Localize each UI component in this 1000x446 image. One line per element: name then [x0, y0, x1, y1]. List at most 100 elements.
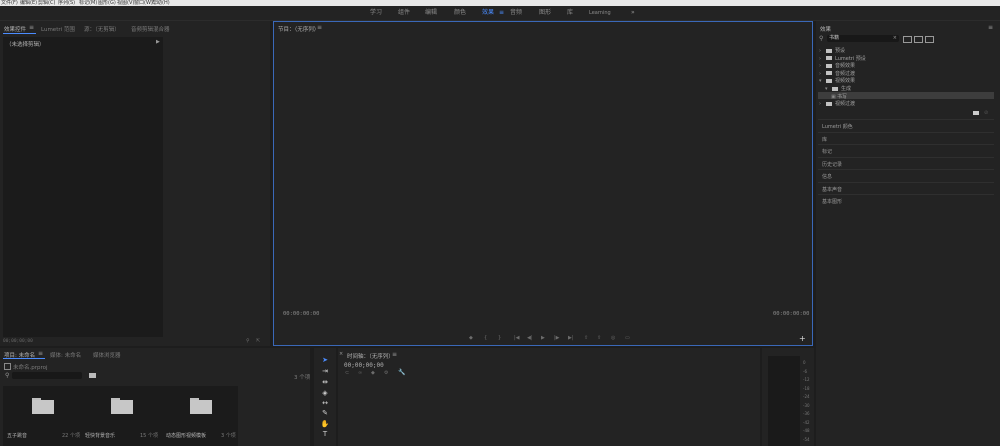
wrench-icon[interactable]: 🔧: [398, 369, 405, 376]
add-button-icon[interactable]: +: [799, 334, 806, 343]
razor-tool-icon[interactable]: ◈: [320, 389, 330, 397]
add-marker-timeline-icon[interactable]: ◆: [371, 370, 375, 376]
effects-panel-title: 效果: [820, 27, 832, 33]
timeline-settings-icon[interactable]: ⚙: [384, 370, 388, 376]
tab-media[interactable]: 媒体: 未命名: [50, 351, 81, 359]
folder-icon: [826, 63, 832, 68]
workspace-tab[interactable]: 颜色: [454, 9, 466, 17]
slip-tool-icon[interactable]: ↔: [320, 399, 330, 407]
workspace-tab[interactable]: Learning: [589, 9, 611, 17]
tree-item-label: 音频过渡: [835, 70, 856, 77]
filter-icon[interactable]: ⚲: [246, 338, 250, 344]
mark-out-icon[interactable]: }: [498, 335, 501, 341]
yuv-effects-icon[interactable]: [925, 36, 934, 43]
effects-tree-item[interactable]: ▾ 视频效果: [819, 77, 855, 84]
export-icon[interactable]: ⇱: [256, 338, 260, 344]
workspace-tab[interactable]: 组件: [398, 9, 410, 17]
step-forward-icon[interactable]: |▶: [554, 335, 560, 341]
new-bin-icon[interactable]: [973, 111, 979, 115]
project-file-icon: [4, 363, 11, 370]
bin-folder-icon[interactable]: [89, 373, 96, 378]
go-to-in-icon[interactable]: |◀: [514, 335, 520, 341]
selection-tool-icon[interactable]: ➤: [320, 356, 330, 364]
meter-tick-label: -6: [803, 368, 807, 374]
mark-in-icon[interactable]: {: [484, 335, 487, 341]
workspace-tab[interactable]: 编辑: [425, 9, 437, 17]
effects-tree-item[interactable]: › 音频效果: [819, 62, 855, 69]
timeline-menu-icon[interactable]: ≡: [392, 351, 397, 358]
timeline-title: 时间轴：（无序列）: [347, 354, 394, 360]
effects-tree-item[interactable]: › 视频过渡: [819, 100, 855, 107]
effects-search-input[interactable]: 书籍 ×: [827, 35, 899, 42]
type-tool-icon[interactable]: T: [320, 430, 330, 438]
panel-section[interactable]: 基本图形: [818, 194, 994, 207]
workspace-menu-icon[interactable]: ≡: [499, 9, 504, 16]
panel-section[interactable]: 库: [818, 131, 994, 145]
folder-icon: [826, 78, 832, 83]
tab-audio-clip-mixer[interactable]: 音频剪辑混合器: [131, 25, 170, 33]
disclosure-arrow-icon: ›: [819, 63, 821, 70]
tab-media-browser[interactable]: 媒体浏览器: [93, 351, 121, 359]
pen-tool-icon[interactable]: ✎: [320, 409, 330, 417]
clear-search-icon[interactable]: ×: [893, 35, 897, 42]
expand-icon[interactable]: ▶: [156, 39, 160, 45]
program-timecode-left: 00:00:00:00: [283, 311, 320, 317]
bin-folder-icon[interactable]: [111, 398, 133, 414]
panel-section[interactable]: 标记: [818, 144, 994, 157]
project-search-input[interactable]: [12, 372, 82, 379]
meter-tick-label: -30: [803, 402, 810, 408]
workspace-tab[interactable]: 图形: [539, 9, 551, 17]
timeline-close-icon[interactable]: ×: [339, 351, 343, 357]
ripple-edit-tool-icon[interactable]: ⇹: [320, 378, 330, 386]
program-monitor-title: 节目：（无序列）: [278, 27, 320, 33]
tab-lumetri-scopes[interactable]: Lumetri 范围: [41, 25, 75, 33]
workspace-tab[interactable]: 库: [567, 9, 573, 17]
tab-effect-controls[interactable]: 效果控件: [4, 25, 26, 33]
workspace-tab[interactable]: 效果: [482, 9, 494, 17]
delete-icon[interactable]: ⊘: [984, 110, 988, 116]
effects-tree-item[interactable]: ▣书写: [831, 93, 847, 100]
export-frame-icon[interactable]: ◎: [611, 335, 615, 341]
effects-menu-icon[interactable]: ≡: [988, 24, 993, 31]
comparison-view-icon[interactable]: ▭: [625, 335, 630, 341]
meter-tick-label: -36: [803, 411, 810, 416]
add-marker-icon[interactable]: ◆: [469, 335, 473, 341]
folder-icon: [826, 101, 832, 106]
effects-tree-item[interactable]: › 音频过渡: [819, 70, 855, 77]
32bit-effects-icon[interactable]: [914, 36, 923, 43]
linked-selection-icon[interactable]: ∞: [358, 370, 362, 376]
bin-folder-icon[interactable]: [32, 398, 54, 414]
timeline-timecode: 00;00;00;00: [344, 362, 384, 369]
snap-icon[interactable]: ⊂: [345, 370, 349, 376]
play-icon[interactable]: ▶: [541, 335, 545, 341]
panel-section[interactable]: Lumetri 颜色: [818, 119, 994, 132]
program-menu-icon[interactable]: ≡: [317, 24, 322, 31]
accelerated-effects-icon[interactable]: [903, 36, 912, 43]
step-back-icon[interactable]: ◀|: [527, 335, 533, 341]
disclosure-arrow-icon: ›: [819, 70, 821, 77]
lift-icon[interactable]: ⇧: [584, 335, 588, 341]
panel-section[interactable]: 信息: [818, 169, 994, 182]
go-to-out-icon[interactable]: ▶|: [568, 335, 574, 341]
workspace-tab[interactable]: 音频: [510, 9, 522, 17]
track-select-tool-icon[interactable]: ⇥: [320, 367, 330, 375]
workspace-tab[interactable]: 学习: [370, 9, 382, 17]
project-menu-icon[interactable]: ≡: [38, 350, 43, 357]
tab-source[interactable]: 源：（无剪辑）: [84, 25, 120, 33]
folder-icon: [826, 71, 832, 76]
hand-tool-icon[interactable]: ✋: [320, 420, 330, 428]
meter-tick-label: -12: [803, 377, 810, 382]
extract-icon[interactable]: ⇪: [597, 335, 601, 341]
project-filename: 未命名.prproj: [13, 365, 48, 371]
panel-section[interactable]: 历史记录: [818, 156, 994, 170]
project-item-count: 3 个项: [294, 375, 311, 381]
panel-section-label: 基本声音: [822, 186, 843, 193]
effects-tree-item[interactable]: › Lumetri 预设: [819, 55, 866, 62]
bin-folder-icon[interactable]: [190, 398, 212, 414]
panel-section[interactable]: 基本声音: [818, 181, 994, 195]
panel-menu-icon[interactable]: ≡: [29, 24, 34, 31]
tree-item-label: 音频效果: [835, 63, 856, 70]
effects-tree-item[interactable]: › 预设: [819, 47, 845, 54]
search-icon: ⚲: [819, 35, 824, 42]
workspace-more-icon[interactable]: »: [631, 9, 635, 16]
